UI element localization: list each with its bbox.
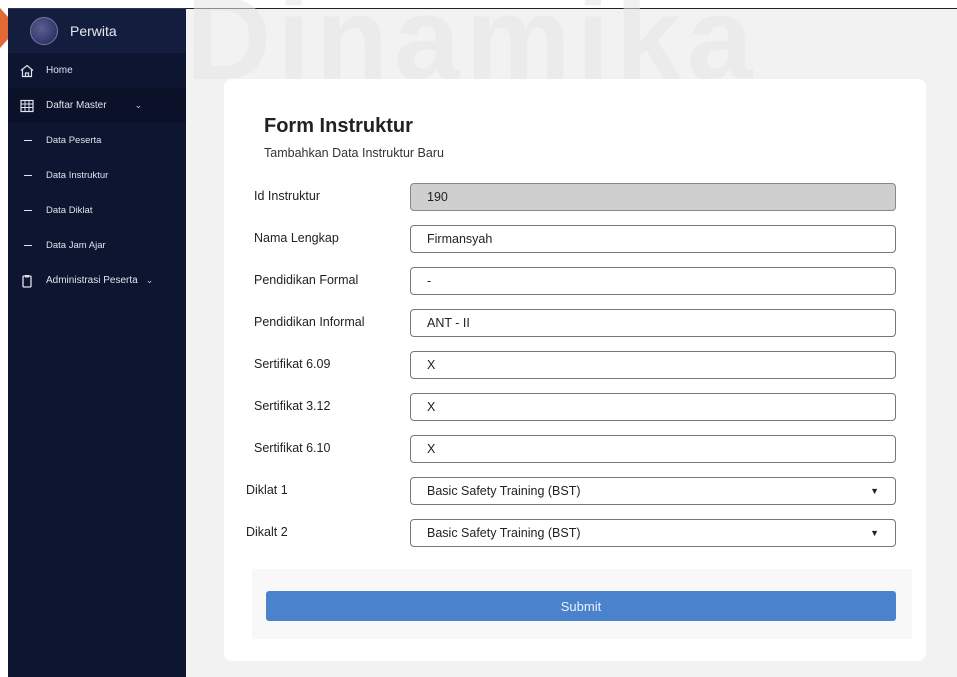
field-label: Id Instruktur [254,189,320,203]
form-title: Form Instruktur [264,115,413,137]
sertifikat-312-field[interactable] [410,393,896,421]
brand-logo-icon [30,17,58,45]
dash-icon [24,209,32,212]
dash-icon [24,139,32,142]
form-row-sertifikat-312: Sertifikat 3.12 [254,393,896,421]
triangle-down-icon: ▼ [870,486,879,496]
home-icon [20,64,34,78]
field-label: Sertifikat 6.10 [254,441,331,455]
field-label: Nama Lengkap [254,231,339,245]
sidebar-brand[interactable]: Perwita [8,9,186,53]
id-instruktur-field[interactable] [410,183,896,211]
diklat-1-select[interactable]: Basic Safety Training (BST) ▼ [410,477,896,505]
field-label: Pendidikan Informal [254,315,365,329]
brand-name: Perwita [70,23,117,39]
sidebar-item-data-peserta[interactable]: Data Peserta [8,123,186,158]
sidebar-item-label: Data Instruktur [46,170,109,181]
form-row-nama-lengkap: Nama Lengkap [254,225,896,253]
form-row-pendidikan-formal: Pendidikan Formal [254,267,896,295]
triangle-down-icon: ▼ [870,528,879,538]
field-label: Dikalt 2 [246,525,288,539]
form-row-id-instruktur: Id Instruktur [254,183,896,211]
dash-icon [24,174,32,177]
watermark-text: Dinamika [186,0,759,105]
field-label: Sertifikat 6.09 [254,357,331,371]
sidebar-item-data-instruktur[interactable]: Data Instruktur [8,158,186,193]
form-row-sertifikat-609: Sertifikat 6.09 [254,351,896,379]
chevron-down-icon: ⌄ [145,275,154,285]
grid-icon [20,99,34,113]
sidebar: Perwita Home Daftar Master ⌄ Data Pesert… [8,8,186,677]
form-row-diklat-2: Dikalt 2 Basic Safety Training (BST) ▼ [246,519,896,547]
main-content: Dinamika Form Instruktur Tambahkan Data … [186,0,957,677]
form-row-diklat-1: Diklat 1 Basic Safety Training (BST) ▼ [246,477,896,505]
form-row-sertifikat-610: Sertifikat 6.10 [254,435,896,463]
submit-button[interactable]: Submit [266,591,896,621]
form-card: Form Instruktur Tambahkan Data Instruktu… [224,79,926,661]
dash-icon [24,244,32,247]
field-label: Diklat 1 [246,483,288,497]
chevron-down-icon: ⌄ [134,100,143,110]
form-subtitle: Tambahkan Data Instruktur Baru [264,146,444,160]
sidebar-item-label: Data Diklat [46,205,93,216]
sidebar-item-label: Data Jam Ajar [46,240,106,251]
pendidikan-informal-field[interactable] [410,309,896,337]
sidebar-item-daftar-master[interactable]: Daftar Master ⌄ [8,88,186,123]
diklat-2-select[interactable]: Basic Safety Training (BST) ▼ [410,519,896,547]
sidebar-item-data-diklat[interactable]: Data Diklat [8,193,186,228]
sidebar-item-label: Data Peserta [46,135,102,146]
field-label: Pendidikan Formal [254,273,359,287]
sertifikat-610-field[interactable] [410,435,896,463]
field-label: Sertifikat 3.12 [254,399,331,413]
select-value: Basic Safety Training (BST) [427,526,581,540]
nama-lengkap-field[interactable] [410,225,896,253]
pendidikan-formal-field[interactable] [410,267,896,295]
form-row-pendidikan-informal: Pendidikan Informal [254,309,896,337]
sidebar-item-home[interactable]: Home [8,53,186,88]
select-value: Basic Safety Training (BST) [427,484,581,498]
clipboard-icon [20,274,34,288]
sidebar-item-administrasi-peserta[interactable]: Administrasi Peserta ⌄ [8,263,186,298]
sidebar-item-label: Administrasi Peserta [46,275,138,286]
sidebar-item-label: Daftar Master [46,100,107,111]
sidebar-item-label: Home [46,65,73,76]
sidebar-item-data-jam-ajar[interactable]: Data Jam Ajar [8,228,186,263]
sertifikat-609-field[interactable] [410,351,896,379]
